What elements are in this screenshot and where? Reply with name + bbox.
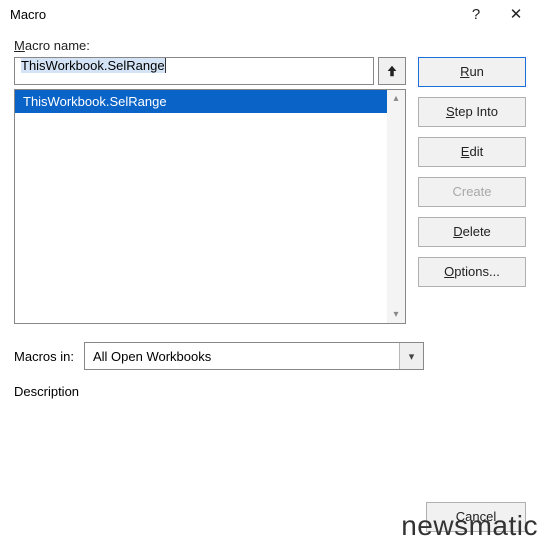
macro-dialog: Macro ? ✕ Macro name: ThisWorkbook.SelRa… [0,0,540,542]
titlebar: Macro ? ✕ [0,0,540,28]
dialog-title: Macro [10,7,456,22]
options-button[interactable]: Options... [418,257,526,287]
edit-button[interactable]: Edit [418,137,526,167]
scrollbar[interactable]: ▴ ▾ [387,90,405,323]
run-button[interactable]: Run [418,57,526,87]
macros-in-select[interactable]: All Open Workbooks ▾ [84,342,424,370]
help-button[interactable]: ? [456,6,496,23]
list-item[interactable]: ThisWorkbook.SelRange [15,90,387,113]
delete-button[interactable]: Delete [418,217,526,247]
description-label: Description [14,384,526,399]
macro-listbox[interactable]: ThisWorkbook.SelRange ▴ ▾ [14,89,406,324]
up-arrow-icon [385,64,399,78]
scroll-down-icon: ▾ [393,309,398,320]
reference-edit-button[interactable] [378,57,406,85]
step-into-button[interactable]: Step Into [418,97,526,127]
macro-name-label: Macro name: [14,38,526,53]
create-button: Create [418,177,526,207]
cancel-button[interactable]: Cancel [426,502,526,532]
chevron-down-icon: ▾ [399,343,423,369]
macro-name-input[interactable]: ThisWorkbook.SelRange [14,57,374,85]
close-button[interactable]: ✕ [496,5,536,23]
scroll-up-icon: ▴ [393,93,398,104]
macros-in-label: Macros in: [14,349,74,364]
